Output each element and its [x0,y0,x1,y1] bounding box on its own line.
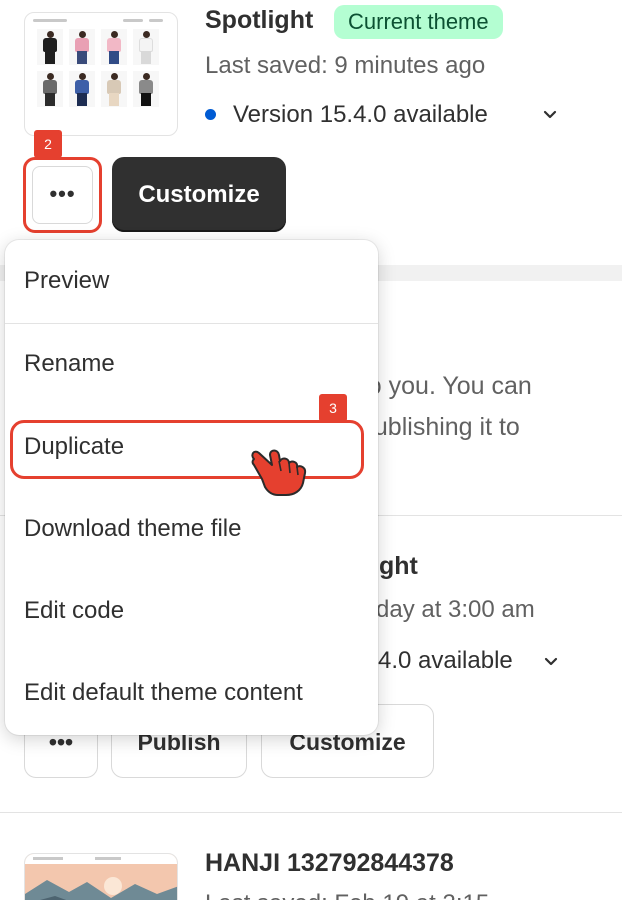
menu-divider [5,323,378,324]
current-theme-badge: Current theme [334,5,503,39]
more-actions-icon: ••• [32,166,93,224]
thumbnail-product-grid [37,29,159,107]
menu-item-edit-code[interactable]: Edit code [24,597,124,625]
menu-item-download-theme-file[interactable]: Download theme file [24,515,241,543]
pointing-hand-icon [251,449,307,496]
step-marker-2: 2 [34,130,62,158]
customize-button[interactable]: Customize [112,157,286,232]
last-saved-text-second: rday at 3:00 am [368,596,535,623]
theme-thumbnail-hanji [24,853,178,900]
chevron-down-icon[interactable] [540,104,560,124]
menu-item-preview[interactable]: Preview [24,267,109,295]
version-available-text-second[interactable]: 4.0 available [378,647,513,675]
theme-name-third: HANJI 132792844378 [205,849,454,877]
version-available-text[interactable]: Version 15.4.0 available [233,101,488,129]
divider [0,812,622,813]
thumbnail-header-bar [33,19,169,25]
last-saved-text: Last saved: 9 minutes ago [205,52,486,79]
theme-thumbnail-spotlight [24,12,178,136]
menu-item-rename[interactable]: Rename [24,350,115,378]
step-marker-3: 3 [319,394,347,422]
menu-item-edit-default-theme-content[interactable]: Edit default theme content [24,679,303,707]
more-actions-button[interactable]: ••• [23,157,102,233]
landscape-illustration [25,854,177,900]
theme-actions-menu: Preview Rename Duplicate Download theme … [5,240,378,735]
chevron-down-icon[interactable] [541,651,561,671]
last-saved-text-third: Last saved: Feb 19 at 3:15 [205,890,489,900]
theme-name-second: ight [372,552,418,580]
info-dot-icon [205,109,216,120]
theme-library-description-line2: publishing it to [360,413,520,441]
theme-name: Spotlight [205,6,314,34]
